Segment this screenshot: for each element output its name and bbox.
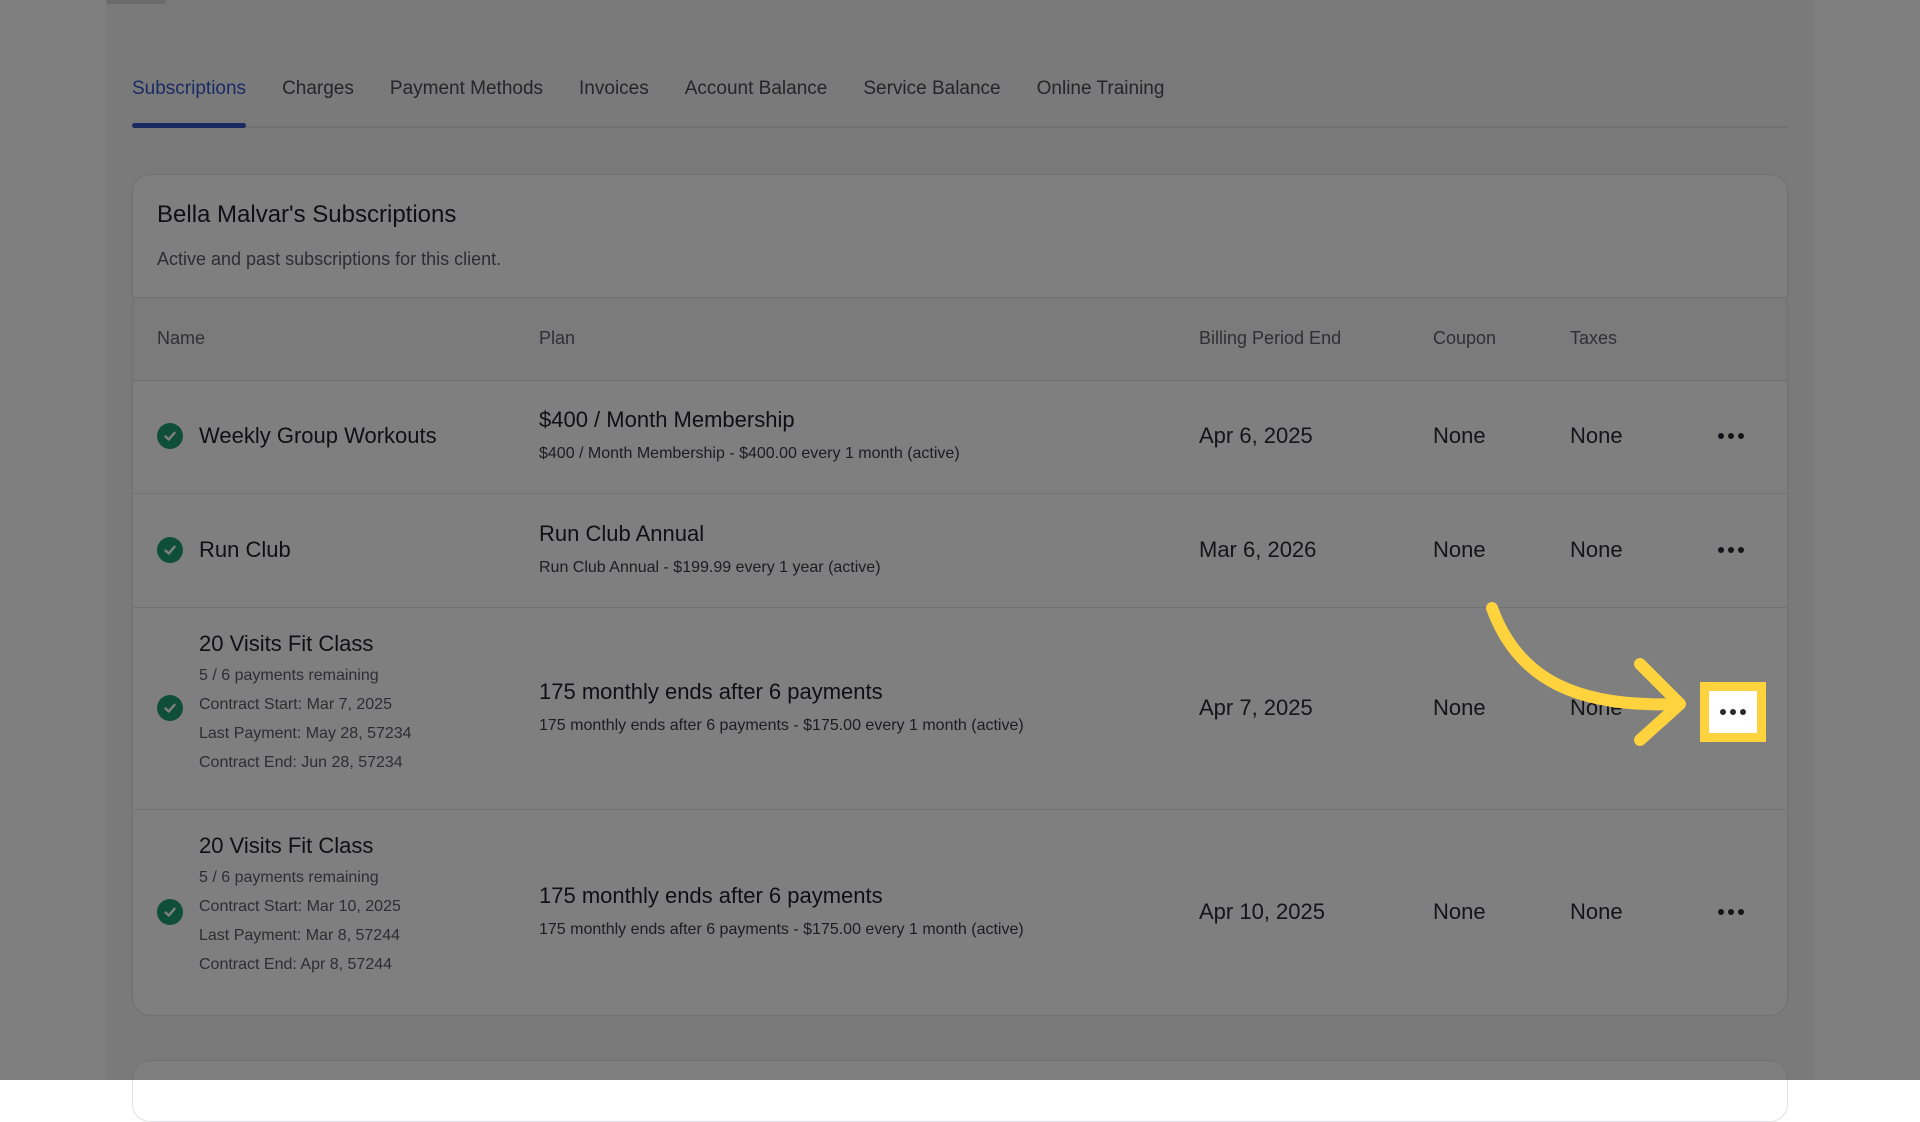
curved-arrow-icon [1486,602,1686,746]
dim-overlay [0,0,1920,1080]
more-horizontal-icon [1720,709,1726,715]
row-actions-button-highlighted[interactable] [1700,682,1766,742]
